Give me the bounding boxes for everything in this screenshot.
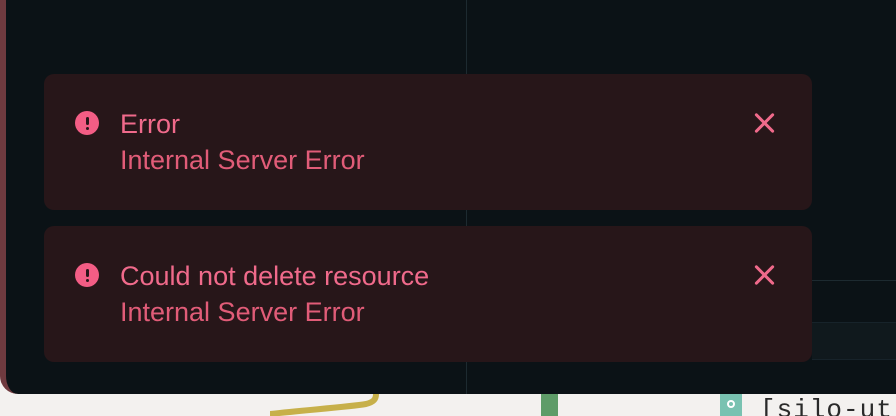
toast-title: Could not delete resource: [120, 261, 430, 291]
error-toast: Could not delete resource Internal Serve…: [44, 226, 812, 362]
layout-divider-horizontal: [812, 280, 896, 281]
exclamation-circle-icon: [75, 263, 99, 287]
app-window: Error Internal Server Error Could not de…: [0, 0, 896, 394]
close-icon[interactable]: [753, 111, 777, 135]
close-icon[interactable]: [753, 263, 777, 287]
yellow-connector-line: [270, 394, 384, 416]
toast-title: Error: [120, 109, 180, 139]
toast-message: Internal Server Error: [120, 145, 365, 175]
green-indicator-bar: [541, 394, 558, 416]
toast-message: Internal Server Error: [120, 297, 365, 327]
circle-marker-icon: [720, 394, 742, 416]
error-toast: Error Internal Server Error: [44, 74, 812, 210]
exclamation-circle-icon: [75, 111, 99, 135]
background-panel-edge: [812, 322, 896, 360]
terminal-fragment: [silo-ut: [760, 395, 893, 416]
